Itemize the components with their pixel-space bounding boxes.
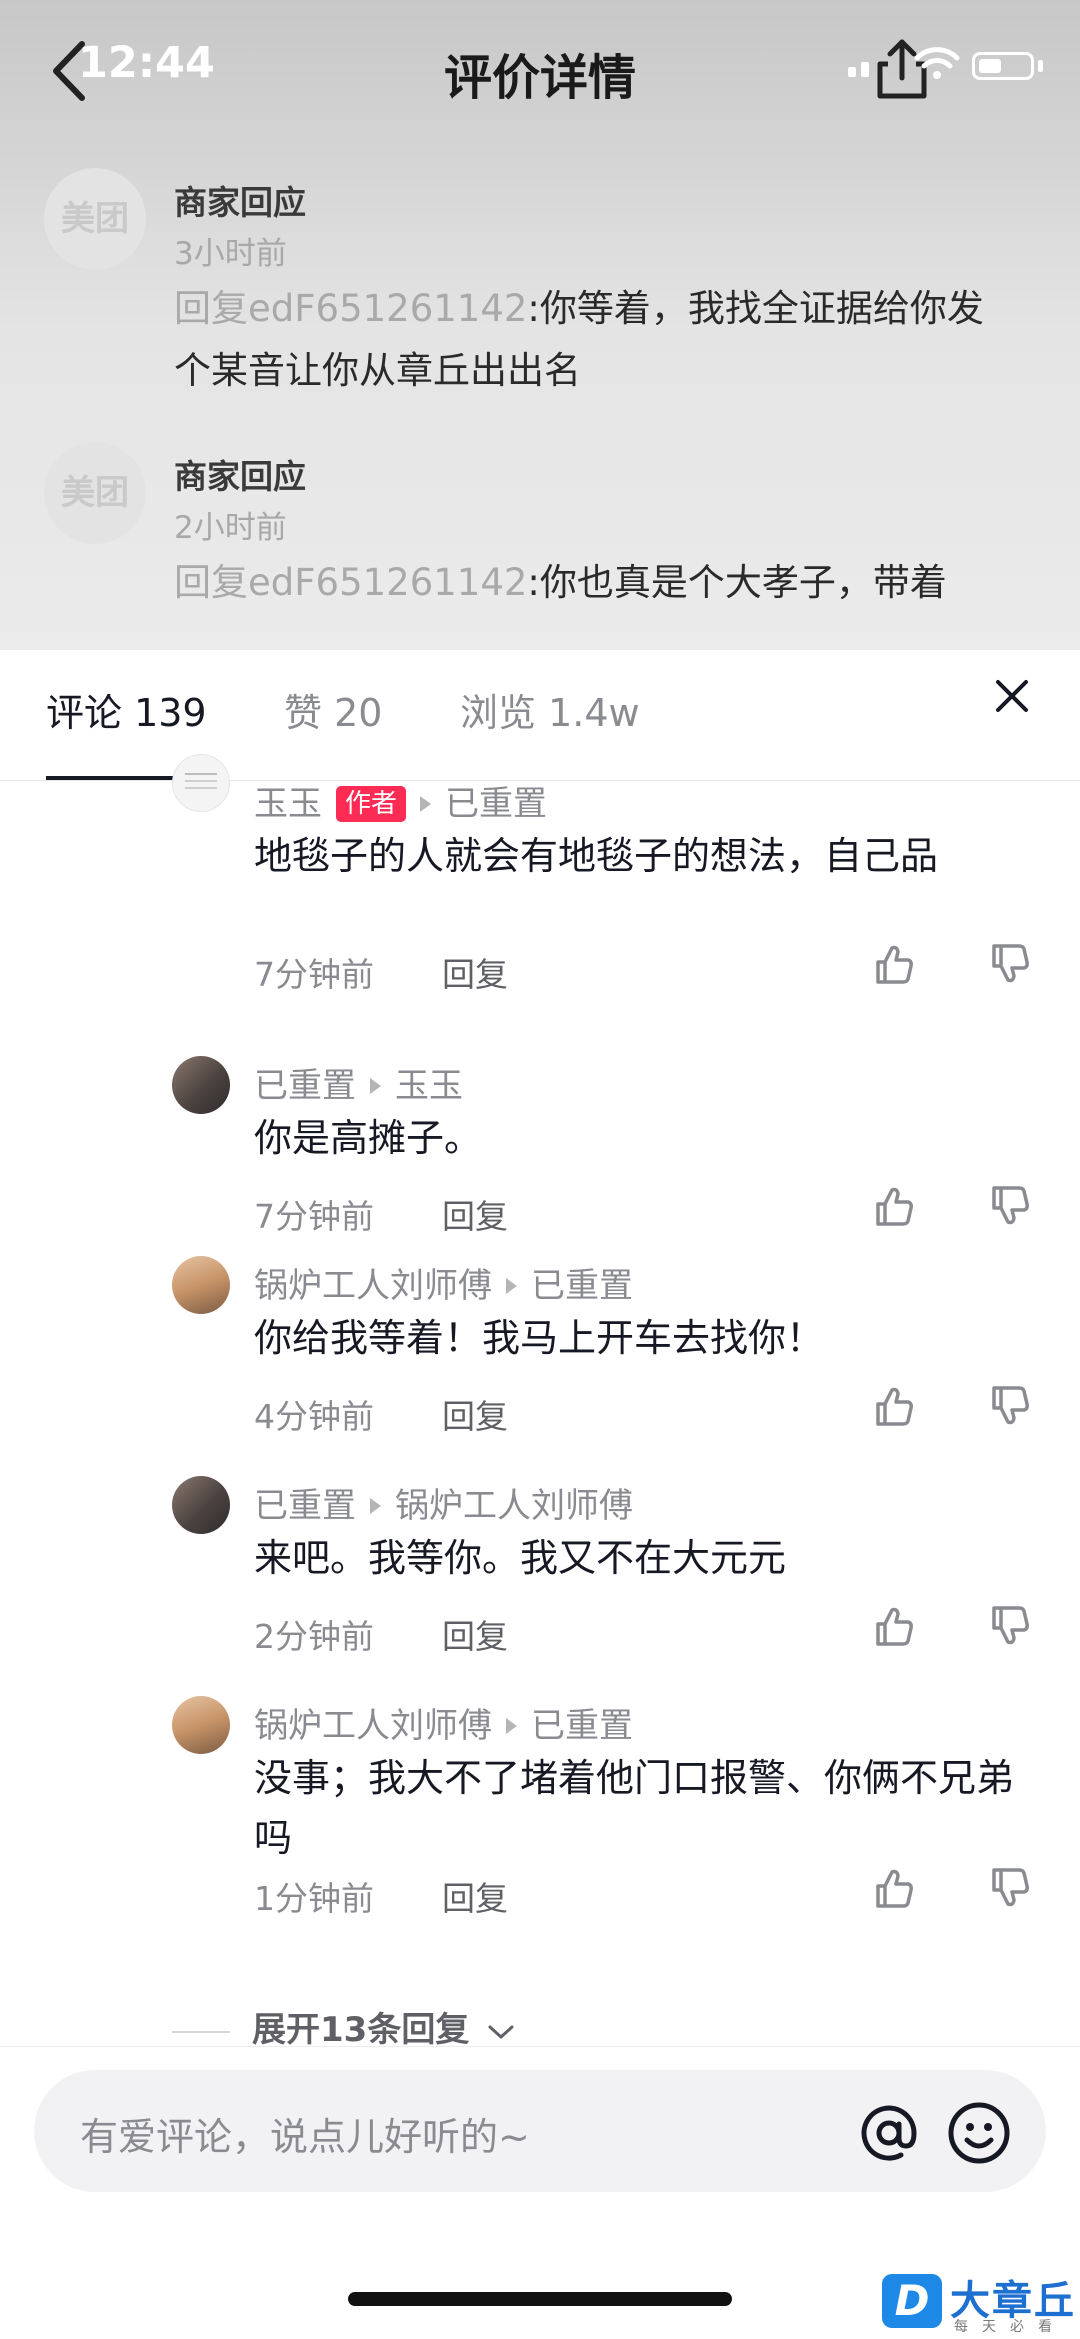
watermark-logo-mark: D: [882, 2274, 942, 2328]
comment-author[interactable]: 玉玉: [254, 784, 322, 824]
comment-time: 2分钟前: [254, 1617, 374, 1656]
mention-at-icon[interactable]: [856, 2100, 922, 2166]
avatar[interactable]: [172, 1476, 230, 1534]
reply-button[interactable]: 回复: [442, 1190, 508, 1238]
merchant-reply-time: 2小时前: [174, 510, 287, 546]
dislike-icon[interactable]: [988, 1866, 1032, 1910]
comment-author[interactable]: 锅炉工人刘师傅: [254, 1266, 492, 1306]
reply-body: :你也真是个大孝子，带着: [527, 561, 947, 604]
wifi-icon: [914, 47, 960, 79]
comment-input[interactable]: 有爱评论，说点儿好听的~: [34, 2070, 1046, 2192]
reply-arrow-icon: [370, 1497, 381, 1514]
battery-icon: [972, 52, 1034, 80]
comment-header: 锅炉工人刘师傅 已重置: [254, 1258, 633, 1307]
reply-to-user[interactable]: 已重置: [531, 1266, 633, 1306]
comment-author[interactable]: 已重置: [254, 1066, 356, 1106]
chevron-down-icon: [488, 2025, 514, 2038]
close-icon[interactable]: [990, 674, 1034, 718]
emoji-icon[interactable]: [946, 2100, 1012, 2166]
reply-prefix: 回复edF651261142: [174, 287, 528, 330]
comment-text: 没事；我大不了堵着他门口报警、你俩不兄弟吗: [254, 1756, 1015, 1860]
reply-arrow-icon: [370, 1077, 381, 1094]
reply-button[interactable]: 回复: [442, 1872, 508, 1920]
comment-author[interactable]: 已重置: [254, 1486, 356, 1526]
reply-to-user[interactable]: 玉玉: [395, 1066, 463, 1106]
comment-text: 地毯子的人就会有地毯子的想法，自己品: [254, 834, 939, 878]
reply-arrow-icon: [506, 1717, 517, 1734]
tab-comments[interactable]: 评论 139: [46, 682, 207, 737]
comment-text: 你是高摊子。: [254, 1116, 483, 1160]
expand-replies-label: 展开13条回复: [252, 2010, 470, 2050]
avatar[interactable]: [172, 1696, 230, 1754]
battery-cap: [1038, 60, 1043, 72]
watermark-subtitle: 每天必看: [954, 2319, 1066, 2335]
cellular-signal-icon: [848, 58, 874, 77]
merchant-reply-text: 回复edF651261142:你等着，我找全证据给你发个某音让你从章丘出出名: [174, 278, 1014, 402]
home-indicator: [348, 2292, 732, 2306]
tab-likes[interactable]: 赞 20: [284, 682, 382, 737]
comment-time: 7分钟前: [254, 955, 374, 994]
comment-sheet: 评论 139 赞 20 浏览 1.4w 玉玉 作者 已重置 地毯子的人就会有地毯子的…: [0, 650, 1080, 2339]
comment-header: 玉玉 作者 已重置: [254, 776, 547, 825]
meituan-avatar: 美团: [44, 442, 146, 544]
review-detail-background: 12:44 评价详情 美团 商家回应 3小时前 回复edF651261142:你…: [0, 0, 1080, 650]
comment-text: 来吧。我等你。我又不在大元元: [254, 1536, 787, 1580]
dislike-icon[interactable]: [988, 1384, 1032, 1428]
comment-header: 锅炉工人刘师傅 已重置: [254, 1698, 633, 1747]
comment-time: 4分钟前: [254, 1397, 374, 1436]
like-icon[interactable]: [872, 1184, 916, 1228]
input-divider: [0, 2046, 1080, 2047]
meituan-avatar: 美团: [44, 168, 146, 270]
merchant-reply-time: 3小时前: [174, 236, 287, 272]
like-icon[interactable]: [872, 942, 916, 986]
author-badge: 作者: [336, 786, 407, 822]
merchant-reply-name: 商家回应: [174, 457, 306, 496]
comment-time: 1分钟前: [254, 1879, 374, 1918]
comment-author[interactable]: 锅炉工人刘师傅: [254, 1706, 492, 1746]
reply-to-user[interactable]: 已重置: [531, 1706, 633, 1746]
avatar[interactable]: [172, 1256, 230, 1314]
avatar[interactable]: [172, 1056, 230, 1114]
dislike-icon[interactable]: [988, 1604, 1032, 1648]
reply-arrow-icon: [420, 795, 432, 812]
reply-to-user[interactable]: 已重置: [445, 784, 547, 824]
merchant-reply-name: 商家回应: [174, 183, 306, 222]
reply-prefix: 回复edF651261142: [174, 561, 528, 604]
reply-to-user[interactable]: 锅炉工人刘师傅: [395, 1486, 633, 1526]
merchant-reply-text: 回复edF651261142:你也真是个大孝子，带着: [174, 552, 1014, 614]
reply-button[interactable]: 回复: [442, 1390, 508, 1438]
expand-replies-button[interactable]: 展开13条回复: [172, 2002, 516, 2051]
comment-time: 7分钟前: [254, 1197, 374, 1236]
reply-arrow-icon: [506, 1277, 517, 1294]
dislike-icon[interactable]: [988, 942, 1032, 986]
tab-views[interactable]: 浏览 1.4w: [460, 682, 640, 737]
comment-header: 已重置 锅炉工人刘师傅: [254, 1478, 633, 1527]
reply-button[interactable]: 回复: [442, 948, 508, 996]
like-icon[interactable]: [872, 1604, 916, 1648]
watermark-logo: D 大章丘 每天必看: [880, 2268, 1080, 2339]
reply-button[interactable]: 回复: [442, 1610, 508, 1658]
like-icon[interactable]: [872, 1384, 916, 1428]
comment-header: 已重置 玉玉: [254, 1058, 463, 1107]
like-icon[interactable]: [872, 1866, 916, 1910]
comment-input-placeholder: 有爱评论，说点儿好听的~: [80, 2115, 530, 2159]
expand-divider: [172, 2030, 230, 2033]
avatar[interactable]: [172, 754, 230, 812]
comment-text: 你给我等着！我马上开车去找你！: [254, 1316, 825, 1360]
dislike-icon[interactable]: [988, 1184, 1032, 1228]
